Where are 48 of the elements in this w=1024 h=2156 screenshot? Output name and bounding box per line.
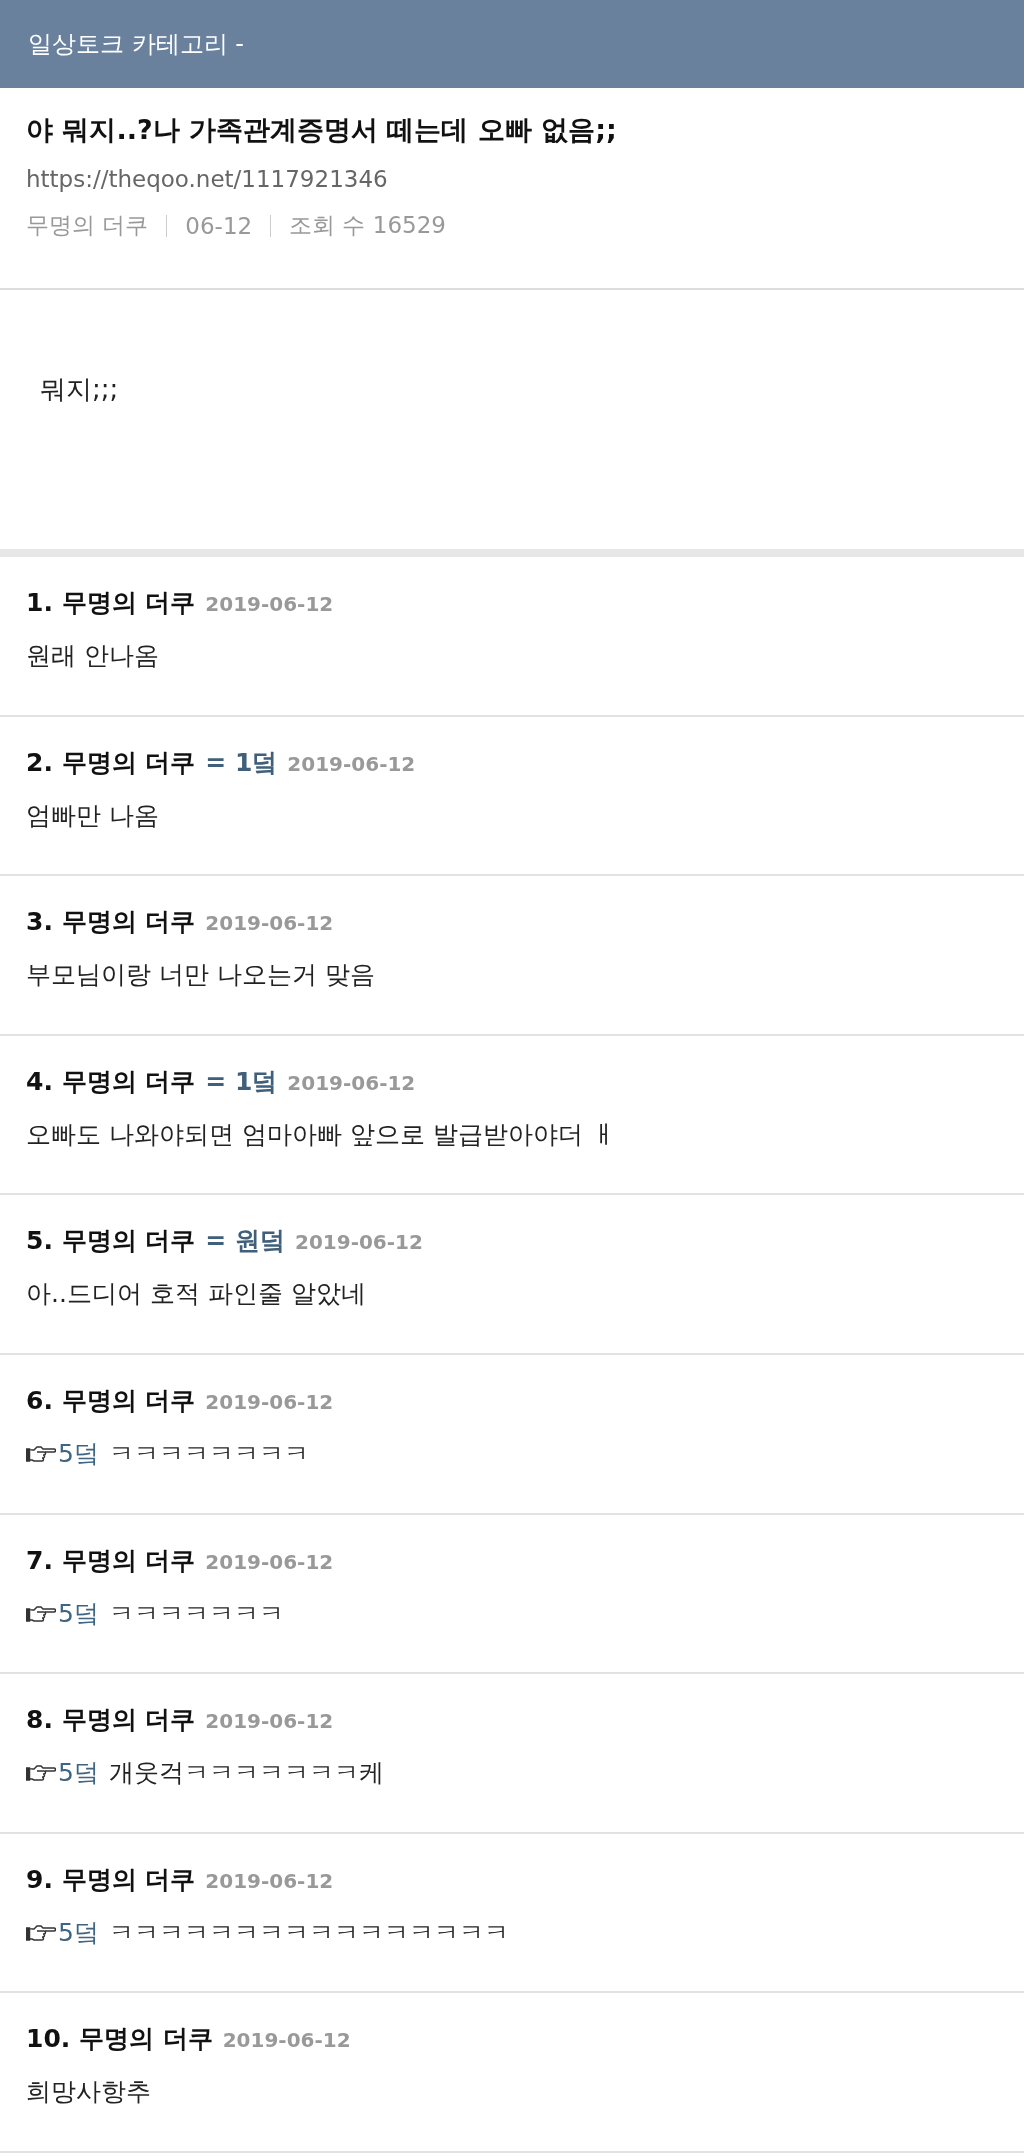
comment-text: ㅋㅋㅋㅋㅋㅋㅋ xyxy=(108,1597,284,1630)
comment-date: 2019-06-12 xyxy=(205,1388,334,1416)
writer-tag: = 1덬 xyxy=(205,744,278,781)
comment-date: 2019-06-12 xyxy=(294,1229,423,1257)
pointing-hand-icon xyxy=(26,1443,56,1464)
category-title[interactable]: 일상토크 카테고리 - xyxy=(28,28,244,60)
pointing-hand-icon xyxy=(26,1603,56,1624)
comment-text: 희망사항추 xyxy=(26,2076,151,2109)
post-title: 야 뭐지..?나 가족관계증명서 떼는데 오빠 없음;; xyxy=(26,113,618,147)
comment-date: 2019-06-12 xyxy=(205,1867,334,1895)
comment-text: 원래 안나옴 xyxy=(26,640,159,672)
comment-author: 2. 무명의 더쿠 xyxy=(26,746,196,779)
comment-author: 6. 무명의 더쿠 xyxy=(26,1384,196,1417)
comment-author: 3. 무명의 더쿠 xyxy=(26,906,196,939)
comment-author: 1. 무명의 더쿠 xyxy=(26,587,196,619)
comment-date: 2019-06-12 xyxy=(205,591,334,618)
comment-author: 5. 무명의 더쿠 xyxy=(26,1225,196,1258)
comment-date: 2019-06-12 xyxy=(287,750,416,778)
post-author: 무명의 더쿠 xyxy=(26,211,149,240)
pointing-hand-icon xyxy=(26,1922,56,1943)
reply-link[interactable]: 5덬 xyxy=(58,1435,99,1472)
writer-tag: = 1덬 xyxy=(205,1063,278,1100)
comment-text: 엄빠만 나옴 xyxy=(26,799,159,832)
comment-author: 9. 무명의 더쿠 xyxy=(26,1863,196,1896)
pointing-hand-icon xyxy=(26,1763,56,1784)
comment-author: 7. 무명의 더쿠 xyxy=(26,1544,196,1577)
comment-text: 부모님이랑 너만 나오는거 맞음 xyxy=(26,959,375,992)
comment-date: 2019-06-12 xyxy=(205,910,334,938)
comment-author: 10. 무명의 더쿠 xyxy=(26,2023,213,2056)
comment-text: 개웃걱ㅋㅋㅋㅋㅋㅋㅋ케 xyxy=(108,1757,384,1790)
view-count: 조회 수 16529 xyxy=(289,211,446,240)
comment-text: ㅋㅋㅋㅋㅋㅋㅋㅋㅋㅋㅋㅋㅋㅋㅋㅋ xyxy=(108,1916,509,1949)
post-date: 06-12 xyxy=(185,212,253,239)
comment-author: 4. 무명의 더쿠 xyxy=(26,1065,196,1098)
comment-date: 2019-06-12 xyxy=(205,1548,334,1576)
writer-tag: = 원덬 xyxy=(205,1223,285,1260)
reply-link[interactable]: 5덬 xyxy=(58,1595,99,1632)
reply-link[interactable]: 5덬 xyxy=(58,1914,99,1951)
comment-date: 2019-06-12 xyxy=(205,1708,334,1736)
reply-link[interactable]: 5덬 xyxy=(58,1755,99,1792)
comment-text: 아..드디어 호적 파인줄 알았네 xyxy=(26,1278,366,1311)
comment-date: 2019-06-12 xyxy=(222,2027,351,2055)
comment-text: 오빠도 나와야되면 엄마아빠 앞으로 발급받아야더 ㅐ xyxy=(26,1118,616,1151)
comment-date: 2019-06-12 xyxy=(287,1069,416,1097)
comment-text: ㅋㅋㅋㅋㅋㅋㅋㅋ xyxy=(108,1437,309,1470)
post-body: 뭐지;;; xyxy=(40,374,119,404)
post-url[interactable]: https://theqoo.net/1117921346 xyxy=(26,166,388,192)
comment-author: 8. 무명의 더쿠 xyxy=(26,1704,196,1737)
